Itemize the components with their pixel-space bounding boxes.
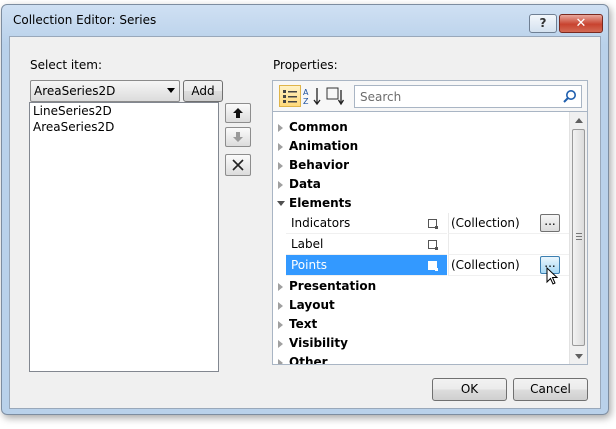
expand-icon[interactable]	[278, 359, 283, 364]
arrow-down-icon	[233, 132, 243, 142]
category-animation[interactable]: Animation	[273, 137, 569, 156]
expand-icon[interactable]	[278, 181, 283, 189]
property-name: Points	[286, 255, 447, 276]
scroll-up-icon[interactable]	[575, 118, 583, 123]
search-input[interactable]: Search	[354, 85, 582, 108]
category-visibility[interactable]: Visibility	[273, 334, 569, 353]
expand-icon[interactable]	[278, 162, 283, 170]
category-behavior[interactable]: Behavior	[273, 156, 569, 175]
cancel-button[interactable]: Cancel	[513, 378, 588, 401]
expand-icon[interactable]	[278, 283, 283, 291]
delete-icon	[232, 159, 244, 171]
expand-icon[interactable]	[278, 340, 283, 348]
property-row-points[interactable]: Points (Collection) ...	[273, 255, 569, 285]
window-title: Collection Editor: Series	[13, 13, 157, 27]
search-icon[interactable]	[562, 89, 577, 104]
arrow-up-icon	[233, 108, 243, 118]
categorized-icon	[283, 90, 297, 103]
search-placeholder: Search	[360, 90, 402, 104]
ellipsis-button[interactable]: ...	[540, 214, 560, 232]
close-button[interactable]: ✕	[559, 14, 603, 33]
svg-text:A: A	[303, 88, 309, 97]
category-common[interactable]: Common	[273, 118, 569, 137]
category-data[interactable]: Data	[273, 175, 569, 194]
property-row-indicators[interactable]: Indicators (Collection) ...	[273, 213, 569, 234]
grip-icon	[576, 233, 582, 240]
property-marker-icon[interactable]	[428, 240, 438, 250]
property-value[interactable]	[448, 234, 569, 255]
category-presentation[interactable]: Presentation	[273, 277, 569, 296]
property-marker-icon[interactable]	[428, 261, 438, 271]
category-other[interactable]: Other	[273, 353, 569, 364]
expand-icon[interactable]	[278, 124, 283, 132]
category-layout[interactable]: Layout	[273, 296, 569, 315]
svg-text:Z: Z	[303, 97, 309, 106]
property-marker-icon[interactable]	[428, 219, 438, 229]
list-item[interactable]: AreaSeries2D	[30, 119, 218, 135]
filter-button[interactable]	[325, 85, 347, 107]
vertical-scrollbar[interactable]	[569, 112, 587, 364]
combo-value: AreaSeries2D	[34, 84, 116, 98]
series-type-combo[interactable]: AreaSeries2D	[30, 80, 180, 102]
property-row-label[interactable]: Label	[273, 234, 569, 255]
property-grid: Common Animation Behavior Data Elements …	[272, 112, 588, 365]
ok-button[interactable]: OK	[432, 378, 507, 401]
help-button[interactable]: ?	[529, 14, 557, 33]
move-up-button[interactable]	[225, 103, 251, 123]
select-item-label: Select item:	[30, 58, 102, 72]
collapse-icon[interactable]	[277, 201, 285, 206]
property-name: Label	[286, 234, 447, 255]
alphabetical-icon: A Z	[303, 88, 321, 106]
properties-label: Properties:	[273, 58, 338, 72]
expand-icon[interactable]	[278, 321, 283, 329]
series-list[interactable]: LineSeries2D AreaSeries2D	[29, 102, 219, 372]
expand-icon[interactable]	[278, 143, 283, 151]
scroll-thumb[interactable]	[572, 129, 585, 346]
category-elements[interactable]: Elements	[273, 194, 569, 213]
title-bar: Collection Editor: Series ? ✕	[2, 5, 608, 37]
property-toolbar: A Z Search	[272, 80, 588, 112]
scroll-down-icon[interactable]	[575, 354, 583, 359]
alphabetical-button[interactable]: A Z	[302, 85, 324, 107]
add-button[interactable]: Add	[183, 80, 223, 102]
move-down-button[interactable]	[225, 127, 251, 147]
property-name: Indicators	[286, 213, 447, 234]
expand-icon[interactable]	[278, 302, 283, 310]
categorized-button[interactable]	[279, 85, 301, 107]
list-item[interactable]: LineSeries2D	[30, 103, 218, 119]
dialog-body: Select item: AreaSeries2D Add LineSeries…	[9, 36, 601, 409]
category-text[interactable]: Text	[273, 315, 569, 334]
filter-icon	[326, 87, 345, 106]
collection-editor-window: Collection Editor: Series ? ✕ Select ite…	[1, 4, 609, 415]
remove-button[interactable]	[225, 154, 251, 176]
chevron-down-icon	[167, 88, 175, 93]
